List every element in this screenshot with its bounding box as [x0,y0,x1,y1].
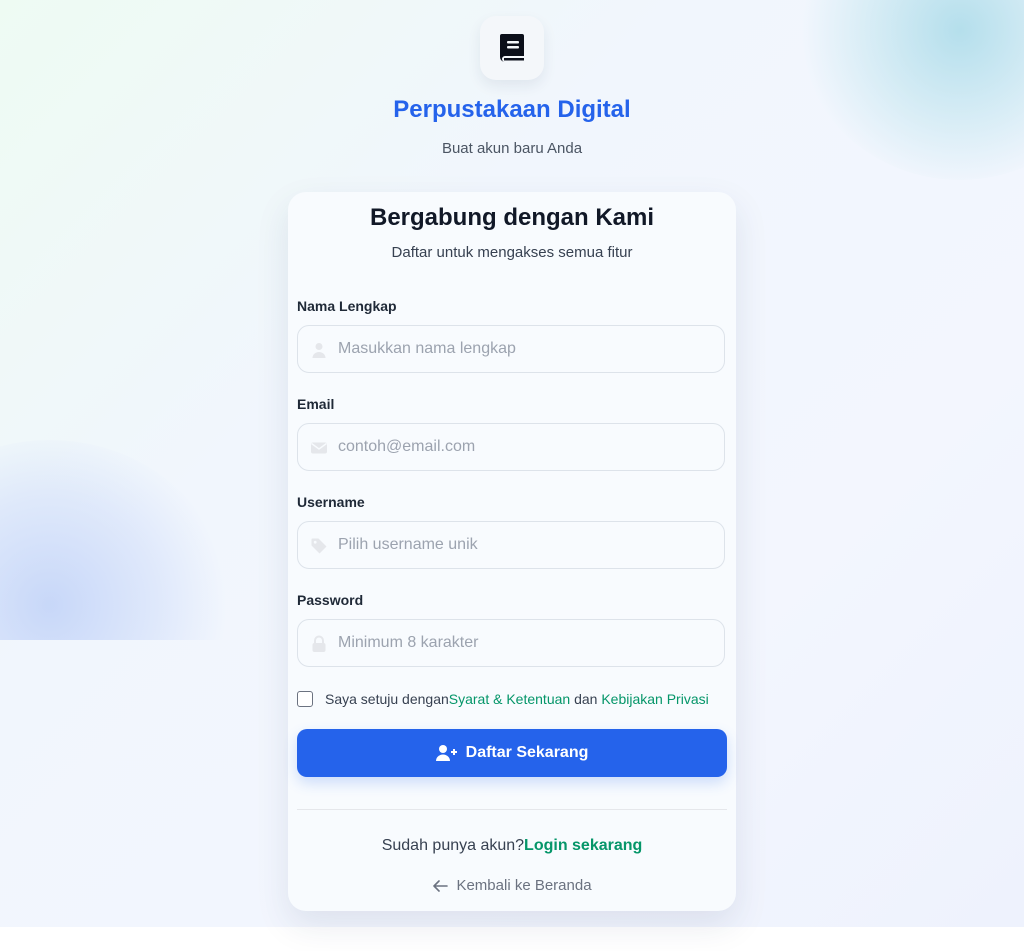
register-button[interactable]: Daftar Sekarang [297,729,727,777]
card-subtitle: Daftar untuk mengakses semua fitur [391,244,633,261]
decorative-blob-left [0,440,230,640]
email-input[interactable] [338,424,718,470]
password-label: Password [297,592,364,608]
full-name-input[interactable] [338,326,718,372]
app-subtitle: Buat akun baru Anda [441,140,583,157]
book-icon [500,34,524,62]
terms-conjunction: dan [574,691,598,707]
full-name-label: Nama Lengkap [297,298,397,314]
back-label: Kembali ke Beranda [456,877,592,894]
tag-icon [311,538,327,554]
app-logo [480,16,544,80]
back-to-home-link[interactable]: Kembali ke Beranda [288,877,736,894]
user-icon [312,343,326,358]
arrow-left-icon [433,879,449,892]
terms-prefix: Saya setuju dengan [325,691,449,707]
password-input[interactable] [338,620,718,666]
card-title: Bergabung dengan Kami [369,204,655,231]
terms-link[interactable]: Syarat & Ketentuan [449,691,570,707]
divider [297,809,727,810]
username-field[interactable] [297,521,725,569]
username-label: Username [297,494,365,510]
register-button-label: Daftar Sekarang [465,744,589,761]
lock-icon [312,635,326,652]
envelope-icon [311,442,327,454]
register-card: Bergabung dengan Kami Daftar untuk menga… [288,192,736,911]
user-plus-icon [435,745,457,761]
login-link[interactable]: Login sekarang [524,837,642,854]
password-field[interactable] [297,619,725,667]
app-title: Perpustakaan Digital [393,96,631,123]
terms-checkbox[interactable] [297,691,313,707]
email-field[interactable] [297,423,725,471]
terms-text: Saya setuju denganSyarat & Ketentuan dan… [325,691,709,707]
privacy-link[interactable]: Kebijakan Privasi [601,691,708,707]
username-input[interactable] [338,522,718,568]
full-name-field[interactable] [297,325,725,373]
login-prompt-row: Sudah punya akun?Login sekarang [288,837,736,855]
login-prompt: Sudah punya akun? [381,837,525,854]
email-label: Email [297,396,335,412]
